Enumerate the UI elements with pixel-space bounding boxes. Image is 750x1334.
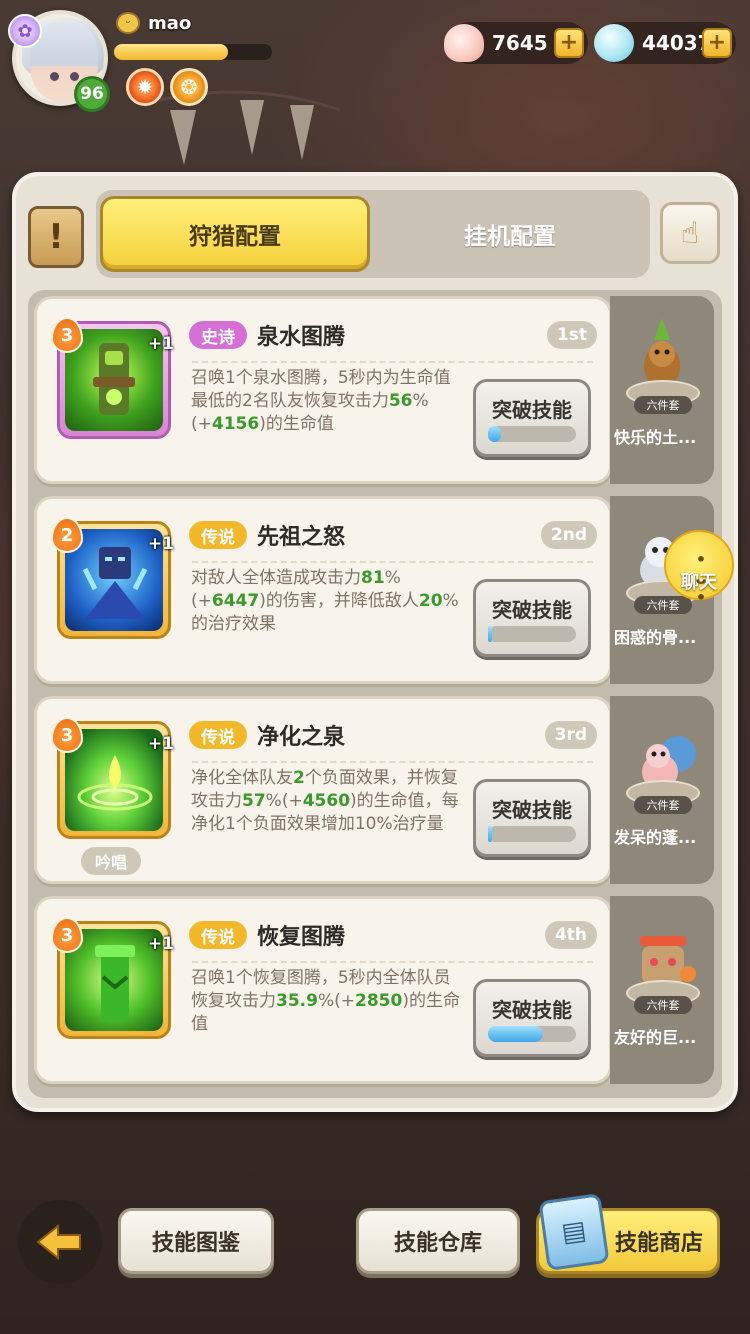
skill-name: 泉水图腾 [257,325,346,350]
skill-card-1[interactable]: 3 +1 史诗 泉水图腾 1st 召唤1个泉水图腾，5秒内为生命值最低的2名队友… [34,296,612,484]
skill-description: 净化全体队友2个负面效果，并恢复攻击力57%(+4560)的生命值，每净化1个负… [191,768,459,834]
pet-name: 快乐的土... [614,428,697,447]
skill-order: 2nd [540,521,597,549]
rarity-badge: 传说 [189,521,247,549]
pet-slot-3[interactable]: 六件套 发呆的蓬... [610,696,714,884]
gold-badge-icon[interactable]: ❂ [170,68,208,106]
break-skill-button[interactable]: 突破技能 [473,579,591,657]
skill-rank-badge: 3 [51,717,83,753]
add-shell-button[interactable]: + [554,28,584,58]
scroll-icon[interactable]: ! [28,206,84,268]
skill-name: 恢复图腾 [257,925,346,950]
skill-plus-level: +1 [147,534,174,554]
skill-description: 召唤1个恢复图腾，5秒内全体队员恢复攻击力35.9%(+2850)的生命值 [191,968,460,1034]
vip-icon: ✿ [8,14,42,48]
tab-hunt-config[interactable]: 狩猎配置 [100,196,370,272]
hand-pointer-icon[interactable]: ☝ [660,202,720,264]
skill-guide-button[interactable]: 技能图鉴 [118,1208,274,1274]
break-progress [488,426,576,442]
skill-card-2[interactable]: 2 +1 传说 先祖之怒 2nd 对敌人全体造成攻击力81%(+6447)的伤害… [34,496,612,684]
player-avatar[interactable]: ✿ 96 [8,10,110,112]
smile-icon: • ᴗ • [695,550,707,607]
emoji-icon: ᵕ [116,12,140,34]
xp-bar [114,44,272,60]
add-gem-button[interactable]: + [702,28,732,58]
pet-name: 发呆的蓬... [614,828,697,847]
skill-storage-button[interactable]: 技能仓库 [356,1208,520,1274]
skill-order: 4th [544,921,597,949]
shell-currency: 7645 + [444,22,588,64]
pet-name: 友好的巨... [614,1028,697,1047]
skill-rank-badge: 3 [51,917,83,953]
tab-idle-config[interactable]: 挂机配置 [374,196,646,272]
skill-order: 1st [546,321,597,349]
skill-name: 先祖之怒 [257,525,346,550]
config-tabs: 狩猎配置 挂机配置 [96,190,650,278]
skill-description: 对敌人全体造成攻击力81%(+6447)的伤害，并降低敌人20%的治疗效果 [191,568,459,634]
shell-icon [444,24,484,62]
shell-amount: 7645 [492,31,548,55]
break-progress [488,626,576,642]
skill-name: 净化之泉 [257,725,346,750]
skill-description: 召唤1个泉水图腾，5秒内为生命值最低的2名队友恢复攻击力56%(+4156)的生… [191,368,451,434]
player-name-row: ᵕ mao [116,12,191,34]
pet-set-tag: 六件套 [634,596,692,614]
break-progress [488,1026,576,1042]
break-skill-button[interactable]: 突破技能 [473,979,591,1057]
pet-set-tag: 六件套 [634,396,692,414]
break-skill-button[interactable]: 突破技能 [473,379,591,457]
player-level: 96 [74,76,110,112]
chat-button[interactable]: • ᴗ • 聊天 [664,530,734,607]
skill-rank-badge: 2 [51,517,83,553]
pet-set-tag: 六件套 [634,796,692,814]
skill-order: 3rd [544,721,597,749]
pet-slot-4[interactable]: 六件套 友好的巨... [610,896,714,1084]
skill-card-4[interactable]: 3 +1 传说 恢复图腾 4th 召唤1个恢复图腾，5秒内全体队员恢复攻击力35… [34,896,612,1084]
fire-badge-icon[interactable]: ✹ [126,68,164,106]
skill-plus-level: +1 [147,334,174,354]
pet-name: 困惑的骨... [614,628,697,647]
skill-plus-level: +1 [147,934,174,954]
xp-fill [114,44,228,60]
gem-icon [594,24,634,62]
break-progress [488,826,576,842]
rarity-badge: 史诗 [189,321,247,349]
shop-book-icon: ▤ [538,1193,610,1271]
pet-set-tag: 六件套 [634,996,692,1014]
back-arrow-icon[interactable] [18,1200,102,1284]
skill-rank-badge: 3 [51,317,83,353]
break-skill-button[interactable]: 突破技能 [473,779,591,857]
skill-card-3[interactable]: 3 +1 吟唱 传说 净化之泉 3rd 净化全体队友2个负面效果，并恢复攻击力5… [34,696,612,884]
chant-tag: 吟唱 [81,847,141,875]
gem-currency: 440378 + [594,22,736,64]
skill-plus-level: +1 [147,734,174,754]
rarity-badge: 传说 [189,721,247,749]
skill-shop-label: 技能商店 [614,1231,703,1256]
rarity-badge: 传说 [189,921,247,949]
pet-slot-1[interactable]: 六件套 快乐的土... [610,296,714,484]
player-name: mao [148,12,192,34]
skill-shop-button[interactable]: ▤ 技能商店 [536,1193,720,1274]
